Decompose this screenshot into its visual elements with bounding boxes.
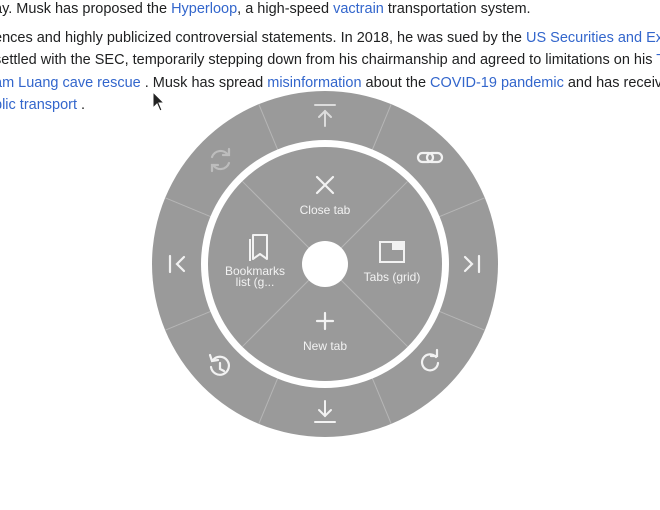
- article-line: ences and highly publicized controversia…: [0, 27, 660, 50]
- text: .: [81, 97, 86, 113]
- text: and has receive: [563, 75, 660, 91]
- mouse-cursor-icon: [152, 90, 166, 112]
- text: ay. Musk has proposed the: [0, 1, 172, 17]
- bookmarks-label-line2: list (g...: [235, 275, 275, 289]
- hyperloop-link[interactable]: Hyperloop: [171, 1, 237, 17]
- article-line: blic transport .: [0, 94, 85, 117]
- text: settled with the SEC, temporarily steppi…: [0, 52, 657, 68]
- bookmarks-label[interactable]: Bookmarks list (g...: [210, 265, 300, 289]
- close-tab-label[interactable]: Close tab: [280, 204, 370, 216]
- text: about the: [361, 75, 431, 91]
- tabs-grid-label[interactable]: Tabs (grid): [347, 271, 437, 283]
- sec-link[interactable]: US Securities and Exch: [526, 30, 660, 46]
- text: ences and highly publicized controversia…: [0, 30, 526, 46]
- center-knob[interactable]: [302, 241, 348, 287]
- misinformation-link[interactable]: misinformation: [267, 75, 361, 91]
- cave-rescue-link[interactable]: am Luang cave rescue: [0, 75, 145, 91]
- text: . Musk has spread: [144, 75, 268, 91]
- covid-link[interactable]: COVID-19 pandemic: [430, 75, 564, 91]
- twitter-link[interactable]: Tw: [656, 52, 660, 68]
- public-transport-link[interactable]: blic transport: [0, 97, 81, 113]
- pie-menu: Close tab Tabs (grid) New tab Bookmarks …: [152, 90, 498, 437]
- new-tab-label[interactable]: New tab: [280, 340, 370, 352]
- text: transportation system.: [383, 1, 531, 17]
- vactrain-link[interactable]: vactrain: [333, 1, 384, 17]
- text: , a high-speed: [237, 1, 334, 17]
- article-line: settled with the SEC, temporarily steppi…: [0, 49, 660, 72]
- article-line: ay. Musk has proposed the Hyperloop, a h…: [0, 0, 531, 21]
